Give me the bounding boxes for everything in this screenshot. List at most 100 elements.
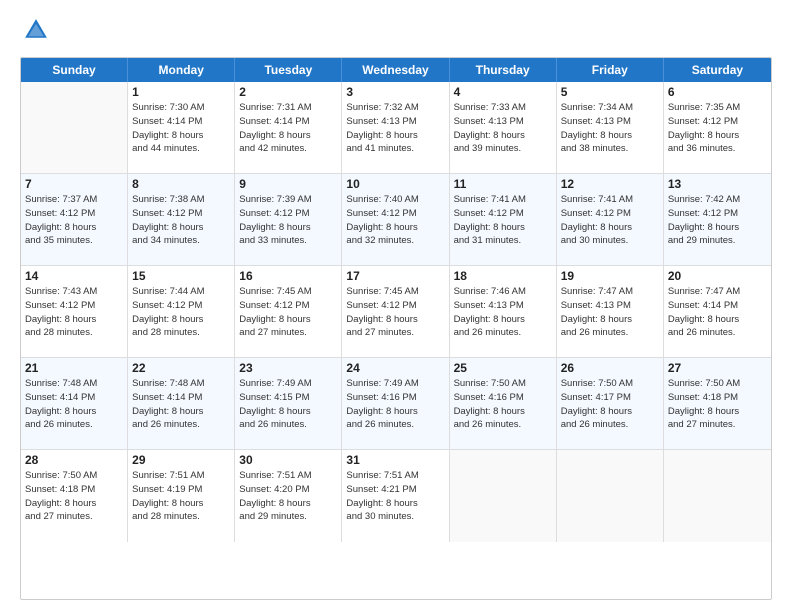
day-info: Sunrise: 7:50 AM Sunset: 4:18 PM Dayligh… <box>25 469 123 524</box>
calendar-cell: 17 Sunrise: 7:45 AM Sunset: 4:12 PM Dayli… <box>342 266 449 357</box>
day-number: 14 <box>25 269 123 283</box>
calendar-cell: 5 Sunrise: 7:34 AM Sunset: 4:13 PM Daylig… <box>557 82 664 173</box>
day-number: 6 <box>668 85 767 99</box>
day-number: 23 <box>239 361 337 375</box>
calendar-cell: 4Sunrise: 7:33 AM Sunset: 4:13 PM Daylig… <box>450 82 557 173</box>
calendar-cell: 26 Sunrise: 7:50 AM Sunset: 4:17 PM Dayli… <box>557 358 664 449</box>
logo <box>20 16 50 49</box>
calendar-cell: 31 Sunrise: 7:51 AM Sunset: 4:21 PM Dayli… <box>342 450 449 542</box>
day-number: 5 <box>561 85 659 99</box>
calendar-cell: 16 Sunrise: 7:45 AM Sunset: 4:12 PM Dayli… <box>235 266 342 357</box>
calendar-cell: 20Sunrise: 7:47 AM Sunset: 4:14 PM Dayli… <box>664 266 771 357</box>
calendar-cell <box>664 450 771 542</box>
calendar-cell: 25 Sunrise: 7:50 AM Sunset: 4:16 PM Dayli… <box>450 358 557 449</box>
calendar-cell: 2Sunrise: 7:31 AM Sunset: 4:14 PM Daylig… <box>235 82 342 173</box>
page: SundayMondayTuesdayWednesdayThursdayFrid… <box>0 0 792 612</box>
weekday-header: Monday <box>128 58 235 82</box>
day-info: Sunrise: 7:35 AM Sunset: 4:12 PM Dayligh… <box>668 101 767 156</box>
calendar-cell: 23 Sunrise: 7:49 AM Sunset: 4:15 PM Dayli… <box>235 358 342 449</box>
day-number: 29 <box>132 453 230 467</box>
day-info: Sunrise: 7:41 AM Sunset: 4:12 PM Dayligh… <box>561 193 659 248</box>
calendar-row: 14Sunrise: 7:43 AM Sunset: 4:12 PM Dayli… <box>21 266 771 358</box>
day-info: Sunrise: 7:47 AM Sunset: 4:14 PM Dayligh… <box>668 285 767 340</box>
day-info: Sunrise: 7:34 AM Sunset: 4:13 PM Dayligh… <box>561 101 659 156</box>
calendar-cell: 14Sunrise: 7:43 AM Sunset: 4:12 PM Dayli… <box>21 266 128 357</box>
calendar-row: 7 Sunrise: 7:37 AM Sunset: 4:12 PM Daylig… <box>21 174 771 266</box>
day-number: 17 <box>346 269 444 283</box>
day-number: 24 <box>346 361 444 375</box>
calendar-cell: 21 Sunrise: 7:48 AM Sunset: 4:14 PM Dayli… <box>21 358 128 449</box>
calendar-cell: 10 Sunrise: 7:40 AM Sunset: 4:12 PM Dayli… <box>342 174 449 265</box>
calendar-cell: 22 Sunrise: 7:48 AM Sunset: 4:14 PM Dayli… <box>128 358 235 449</box>
calendar-cell <box>450 450 557 542</box>
day-info: Sunrise: 7:49 AM Sunset: 4:15 PM Dayligh… <box>239 377 337 432</box>
header <box>20 16 772 49</box>
calendar-cell: 6 Sunrise: 7:35 AM Sunset: 4:12 PM Daylig… <box>664 82 771 173</box>
day-info: Sunrise: 7:38 AM Sunset: 4:12 PM Dayligh… <box>132 193 230 248</box>
day-info: Sunrise: 7:50 AM Sunset: 4:16 PM Dayligh… <box>454 377 552 432</box>
day-number: 10 <box>346 177 444 191</box>
calendar-cell: 8 Sunrise: 7:38 AM Sunset: 4:12 PM Daylig… <box>128 174 235 265</box>
day-info: Sunrise: 7:51 AM Sunset: 4:20 PM Dayligh… <box>239 469 337 524</box>
day-info: Sunrise: 7:48 AM Sunset: 4:14 PM Dayligh… <box>25 377 123 432</box>
calendar-row: 21 Sunrise: 7:48 AM Sunset: 4:14 PM Dayli… <box>21 358 771 450</box>
day-info: Sunrise: 7:40 AM Sunset: 4:12 PM Dayligh… <box>346 193 444 248</box>
day-number: 3 <box>346 85 444 99</box>
day-number: 12 <box>561 177 659 191</box>
day-number: 26 <box>561 361 659 375</box>
day-number: 25 <box>454 361 552 375</box>
day-number: 13 <box>668 177 767 191</box>
day-number: 28 <box>25 453 123 467</box>
day-number: 7 <box>25 177 123 191</box>
day-info: Sunrise: 7:44 AM Sunset: 4:12 PM Dayligh… <box>132 285 230 340</box>
calendar-cell: 9Sunrise: 7:39 AM Sunset: 4:12 PM Daylig… <box>235 174 342 265</box>
day-number: 16 <box>239 269 337 283</box>
calendar-cell: 15 Sunrise: 7:44 AM Sunset: 4:12 PM Dayli… <box>128 266 235 357</box>
day-number: 30 <box>239 453 337 467</box>
day-number: 2 <box>239 85 337 99</box>
calendar-cell: 24 Sunrise: 7:49 AM Sunset: 4:16 PM Dayli… <box>342 358 449 449</box>
calendar-cell: 1 Sunrise: 7:30 AM Sunset: 4:14 PM Daylig… <box>128 82 235 173</box>
day-info: Sunrise: 7:51 AM Sunset: 4:21 PM Dayligh… <box>346 469 444 524</box>
day-info: Sunrise: 7:46 AM Sunset: 4:13 PM Dayligh… <box>454 285 552 340</box>
calendar-cell: 27Sunrise: 7:50 AM Sunset: 4:18 PM Dayli… <box>664 358 771 449</box>
calendar-row: 28 Sunrise: 7:50 AM Sunset: 4:18 PM Dayli… <box>21 450 771 542</box>
day-number: 11 <box>454 177 552 191</box>
calendar-cell: 30 Sunrise: 7:51 AM Sunset: 4:20 PM Dayli… <box>235 450 342 542</box>
day-info: Sunrise: 7:37 AM Sunset: 4:12 PM Dayligh… <box>25 193 123 248</box>
calendar-cell: 19Sunrise: 7:47 AM Sunset: 4:13 PM Dayli… <box>557 266 664 357</box>
calendar-header: SundayMondayTuesdayWednesdayThursdayFrid… <box>21 58 771 82</box>
day-number: 22 <box>132 361 230 375</box>
weekday-header: Thursday <box>450 58 557 82</box>
calendar-cell: 29 Sunrise: 7:51 AM Sunset: 4:19 PM Dayli… <box>128 450 235 542</box>
day-number: 31 <box>346 453 444 467</box>
calendar-cell: 12 Sunrise: 7:41 AM Sunset: 4:12 PM Dayli… <box>557 174 664 265</box>
calendar-cell: 13Sunrise: 7:42 AM Sunset: 4:12 PM Dayli… <box>664 174 771 265</box>
day-info: Sunrise: 7:51 AM Sunset: 4:19 PM Dayligh… <box>132 469 230 524</box>
calendar-cell: 3 Sunrise: 7:32 AM Sunset: 4:13 PM Daylig… <box>342 82 449 173</box>
day-number: 1 <box>132 85 230 99</box>
day-info: Sunrise: 7:41 AM Sunset: 4:12 PM Dayligh… <box>454 193 552 248</box>
day-info: Sunrise: 7:32 AM Sunset: 4:13 PM Dayligh… <box>346 101 444 156</box>
day-number: 27 <box>668 361 767 375</box>
day-info: Sunrise: 7:48 AM Sunset: 4:14 PM Dayligh… <box>132 377 230 432</box>
day-number: 18 <box>454 269 552 283</box>
day-info: Sunrise: 7:30 AM Sunset: 4:14 PM Dayligh… <box>132 101 230 156</box>
day-number: 15 <box>132 269 230 283</box>
day-info: Sunrise: 7:45 AM Sunset: 4:12 PM Dayligh… <box>346 285 444 340</box>
day-info: Sunrise: 7:50 AM Sunset: 4:17 PM Dayligh… <box>561 377 659 432</box>
day-info: Sunrise: 7:49 AM Sunset: 4:16 PM Dayligh… <box>346 377 444 432</box>
weekday-header: Friday <box>557 58 664 82</box>
day-number: 4 <box>454 85 552 99</box>
calendar: SundayMondayTuesdayWednesdayThursdayFrid… <box>20 57 772 600</box>
weekday-header: Sunday <box>21 58 128 82</box>
day-number: 9 <box>239 177 337 191</box>
day-info: Sunrise: 7:45 AM Sunset: 4:12 PM Dayligh… <box>239 285 337 340</box>
calendar-cell <box>557 450 664 542</box>
calendar-body: 1 Sunrise: 7:30 AM Sunset: 4:14 PM Daylig… <box>21 82 771 542</box>
calendar-row: 1 Sunrise: 7:30 AM Sunset: 4:14 PM Daylig… <box>21 82 771 174</box>
day-number: 19 <box>561 269 659 283</box>
day-number: 21 <box>25 361 123 375</box>
day-number: 8 <box>132 177 230 191</box>
calendar-cell <box>21 82 128 173</box>
